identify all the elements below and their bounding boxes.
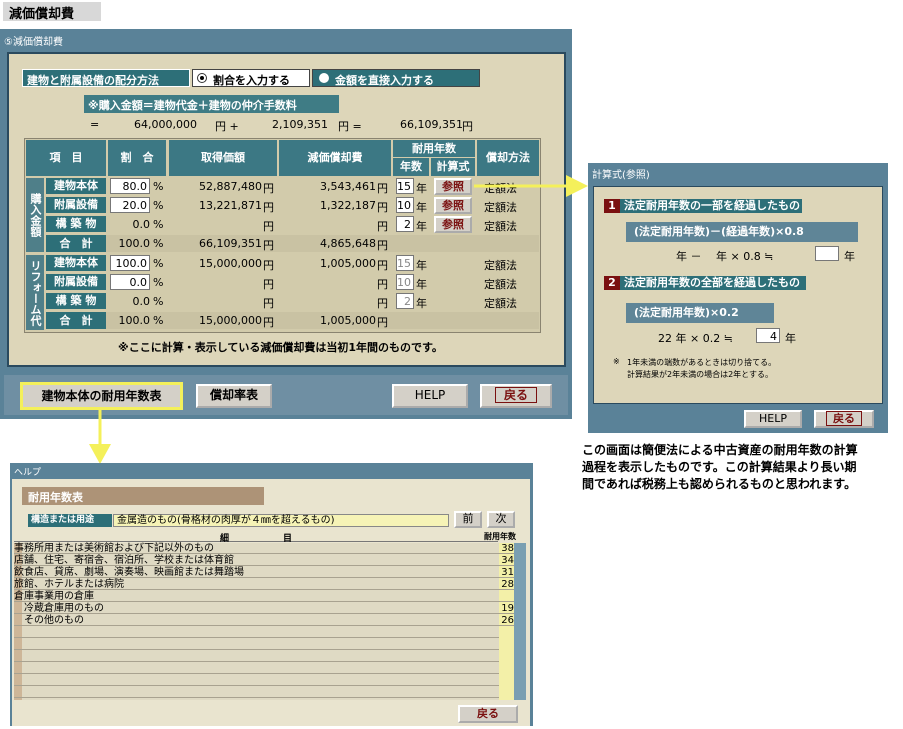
- help-row-years: 38: [499, 544, 514, 554]
- help-row[interactable]: その他のもの: [14, 616, 499, 626]
- help-row[interactable]: 事務所用または美術館および下記以外のもの: [14, 544, 499, 554]
- section-2-line: 22 年 × 0.2 ≒: [658, 332, 733, 345]
- section-1-result: [815, 246, 839, 261]
- calc-note-1: 1年未満の端数があるときは切り捨てる。: [627, 358, 777, 367]
- help-row-empty: [14, 676, 499, 686]
- help-row-empty: [14, 640, 499, 650]
- calc-window-title: 計算式(参照): [592, 170, 650, 181]
- calc-back-label: 戻る: [826, 411, 862, 426]
- calc-help-button[interactable]: HELP: [744, 410, 802, 428]
- help-back-button[interactable]: 戻る: [458, 705, 518, 723]
- help-row[interactable]: 冷蔵倉庫用のもの: [14, 604, 499, 614]
- prev-button[interactable]: 前: [454, 511, 482, 528]
- description-line-2: 過程を表示したものです。この計算結果より長い期: [582, 460, 857, 474]
- calc-note-2: 計算結果が2年未満の場合は2年とする。: [627, 370, 773, 379]
- help-row-years: 28: [499, 580, 514, 590]
- help-row-empty: [14, 664, 499, 674]
- help-row-empty: [14, 688, 499, 698]
- section-1-unit: 年: [844, 250, 855, 263]
- calc-note-mark: ※: [613, 357, 620, 366]
- help-row-years: [499, 592, 514, 602]
- section-2-title: 法定耐用年数の全部を経過したもの: [620, 276, 806, 290]
- next-button[interactable]: 次: [487, 511, 515, 528]
- help-row[interactable]: 飲食店、貸席、劇場、演奏場、映画館または舞踏場: [14, 568, 499, 578]
- section-1-line: 年 － 年 × 0.8 ≒: [676, 250, 774, 263]
- col-header-item: 細 目: [14, 531, 498, 544]
- section-1-title: 法定耐用年数の一部を経過したもの: [620, 199, 802, 213]
- description-line-1: この画面は簡便法による中古資産の耐用年数の計算: [582, 443, 858, 457]
- section-2-formula: (法定耐用年数)×0.2: [626, 303, 774, 323]
- help-section-title: 耐用年数表: [22, 487, 264, 505]
- description-line-3: 間であれば税務上も認められるものと思われます。: [582, 477, 857, 491]
- structure-field[interactable]: 金属造のもの(骨格材の肉厚が４㎜を超えるもの): [113, 514, 449, 527]
- help-row[interactable]: 旅館、ホテルまたは病院: [14, 580, 499, 590]
- section-1-badge: 1: [604, 199, 620, 213]
- help-row-years: 26: [499, 616, 514, 626]
- help-row-empty: [14, 652, 499, 662]
- help-scrollbar[interactable]: [514, 543, 526, 700]
- col-header-life: 耐用年数: [484, 532, 516, 541]
- help-row[interactable]: 倉庫事業用の倉庫: [14, 592, 499, 602]
- description-text: この画面は簡便法による中古資産の耐用年数の計算 過程を表示したものです。この計算…: [582, 442, 902, 493]
- arrow-right-icon: [474, 175, 588, 197]
- help-row-years: 19: [499, 604, 514, 614]
- help-window-title: ヘルプ: [14, 468, 42, 478]
- help-row-years: 34: [499, 556, 514, 566]
- calc-back-button[interactable]: 戻る: [814, 410, 874, 428]
- section-2-badge: 2: [604, 276, 620, 290]
- section-2-result: 4: [756, 328, 780, 343]
- structure-label: 構造または用途: [28, 514, 112, 527]
- section-1-formula: (法定耐用年数)－(経過年数)×0.8: [626, 222, 858, 242]
- arrow-down-icon: [89, 410, 111, 464]
- help-row[interactable]: 店舗、住宅、寄宿舎、宿泊所、学校または体育館: [14, 556, 499, 566]
- help-row-empty: [14, 628, 499, 638]
- section-2-unit: 年: [785, 332, 796, 345]
- help-row-years: 31: [499, 568, 514, 578]
